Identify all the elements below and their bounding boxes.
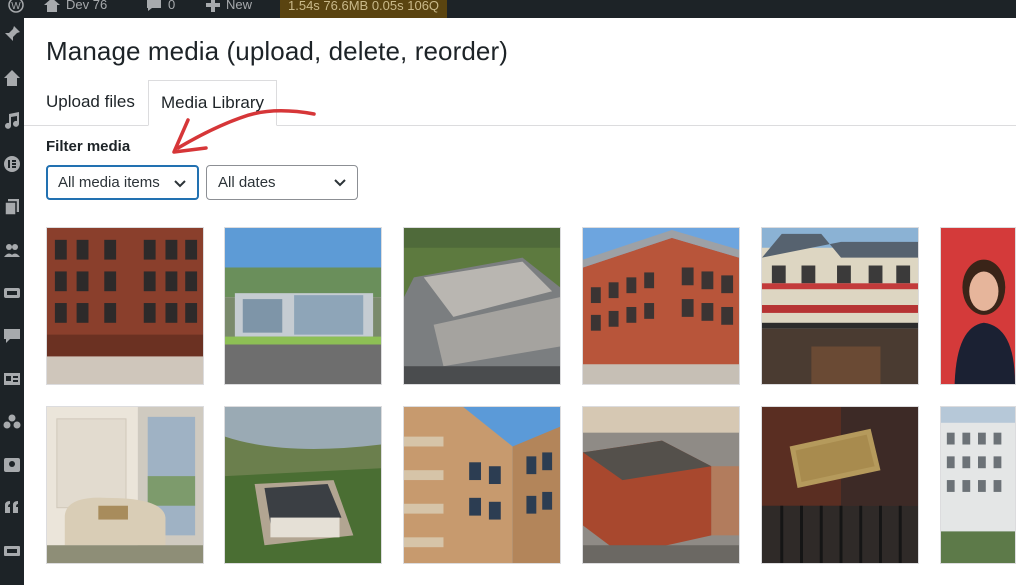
site-name: Dev 76 — [66, 0, 108, 12]
page-title: Manage media (upload, delete, reorder) — [46, 36, 508, 66]
media-item-corner-brick-building[interactable] — [582, 227, 740, 385]
media-item-city-block-aerial[interactable] — [582, 406, 740, 564]
site-name-link[interactable]: Dev 76 — [44, 0, 107, 12]
corner-brick-building-image — [583, 228, 739, 384]
wordpress-logo-icon[interactable]: W — [8, 0, 24, 13]
media-item-hotel-with-flowers[interactable] — [761, 227, 919, 385]
city-block-aerial-image — [583, 407, 739, 563]
media-item-interior-armchair-window[interactable] — [46, 406, 204, 564]
forms-icon[interactable] — [2, 283, 22, 303]
woman-portrait-red-image — [941, 228, 1015, 384]
comments-icon[interactable] — [2, 326, 22, 346]
media-item-brick-apartment-facade[interactable] — [46, 227, 204, 385]
white-apartment-block-image — [941, 407, 1015, 563]
media-item-woman-portrait-red[interactable] — [940, 227, 1016, 385]
chevron-down-icon — [334, 179, 346, 187]
media-modal: Manage media (upload, delete, reorder) U… — [24, 18, 1016, 585]
users-icon[interactable] — [2, 240, 22, 260]
admin-sidebar — [0, 18, 24, 585]
filter-media-label: Filter media — [46, 138, 131, 155]
media-tabs: Upload files Media Library — [24, 80, 1016, 126]
chevron-down-icon — [174, 180, 186, 188]
media-item-coastal-house-aerial[interactable] — [224, 406, 382, 564]
hotel-with-flowers-image — [762, 228, 918, 384]
media-item-white-apartment-block[interactable] — [940, 406, 1016, 564]
coastal-house-aerial-image — [225, 407, 381, 563]
media-item-industrial-warehouse-aerial[interactable] — [403, 227, 561, 385]
new-content-link[interactable]: New — [206, 0, 252, 12]
pages-icon[interactable] — [2, 197, 22, 217]
media-item-glass-office-park-aerial[interactable] — [224, 227, 382, 385]
date-filter-value: All dates — [218, 174, 276, 191]
groups-icon[interactable] — [2, 412, 22, 432]
media-type-filter-value: All media items — [58, 174, 160, 191]
svg-text:W: W — [11, 1, 21, 12]
admin-bar: W Dev 76 0 New 1.54s 76.6MB 0.05s 106Q — [0, 0, 1016, 18]
profile-icon[interactable] — [2, 455, 22, 475]
media-type-filter[interactable]: All media items — [46, 165, 199, 200]
quote-icon[interactable] — [2, 498, 22, 518]
media-item-brass-sign-gate[interactable] — [761, 406, 919, 564]
balcony-apartment-block-image — [404, 407, 560, 563]
industrial-warehouse-aerial-image — [404, 228, 560, 384]
home-icon[interactable] — [2, 68, 22, 88]
home-icon — [44, 0, 60, 12]
brick-apartment-facade-image — [47, 228, 203, 384]
elementor-icon[interactable] — [2, 154, 22, 174]
tab-upload-files[interactable]: Upload files — [34, 80, 147, 124]
new-label: New — [226, 0, 253, 12]
id-card-icon[interactable] — [2, 369, 22, 389]
comments-link[interactable]: 0 — [146, 0, 175, 12]
media-item-balcony-apartment-block[interactable] — [403, 406, 561, 564]
settings-icon[interactable] — [2, 541, 22, 561]
brass-sign-gate-image — [762, 407, 918, 563]
pin-icon[interactable] — [2, 24, 22, 44]
music-icon[interactable] — [2, 111, 22, 131]
perf-text: 1.54s 76.6MB 0.05s 106Q — [288, 0, 440, 13]
comments-count: 0 — [168, 0, 176, 12]
interior-armchair-window-image — [47, 407, 203, 563]
plus-icon — [206, 0, 220, 12]
comment-icon — [147, 0, 161, 11]
query-monitor-stats[interactable]: 1.54s 76.6MB 0.05s 106Q — [280, 0, 448, 18]
date-filter[interactable]: All dates — [206, 165, 358, 200]
tab-media-library[interactable]: Media Library — [148, 80, 277, 126]
glass-office-park-aerial-image — [225, 228, 381, 384]
